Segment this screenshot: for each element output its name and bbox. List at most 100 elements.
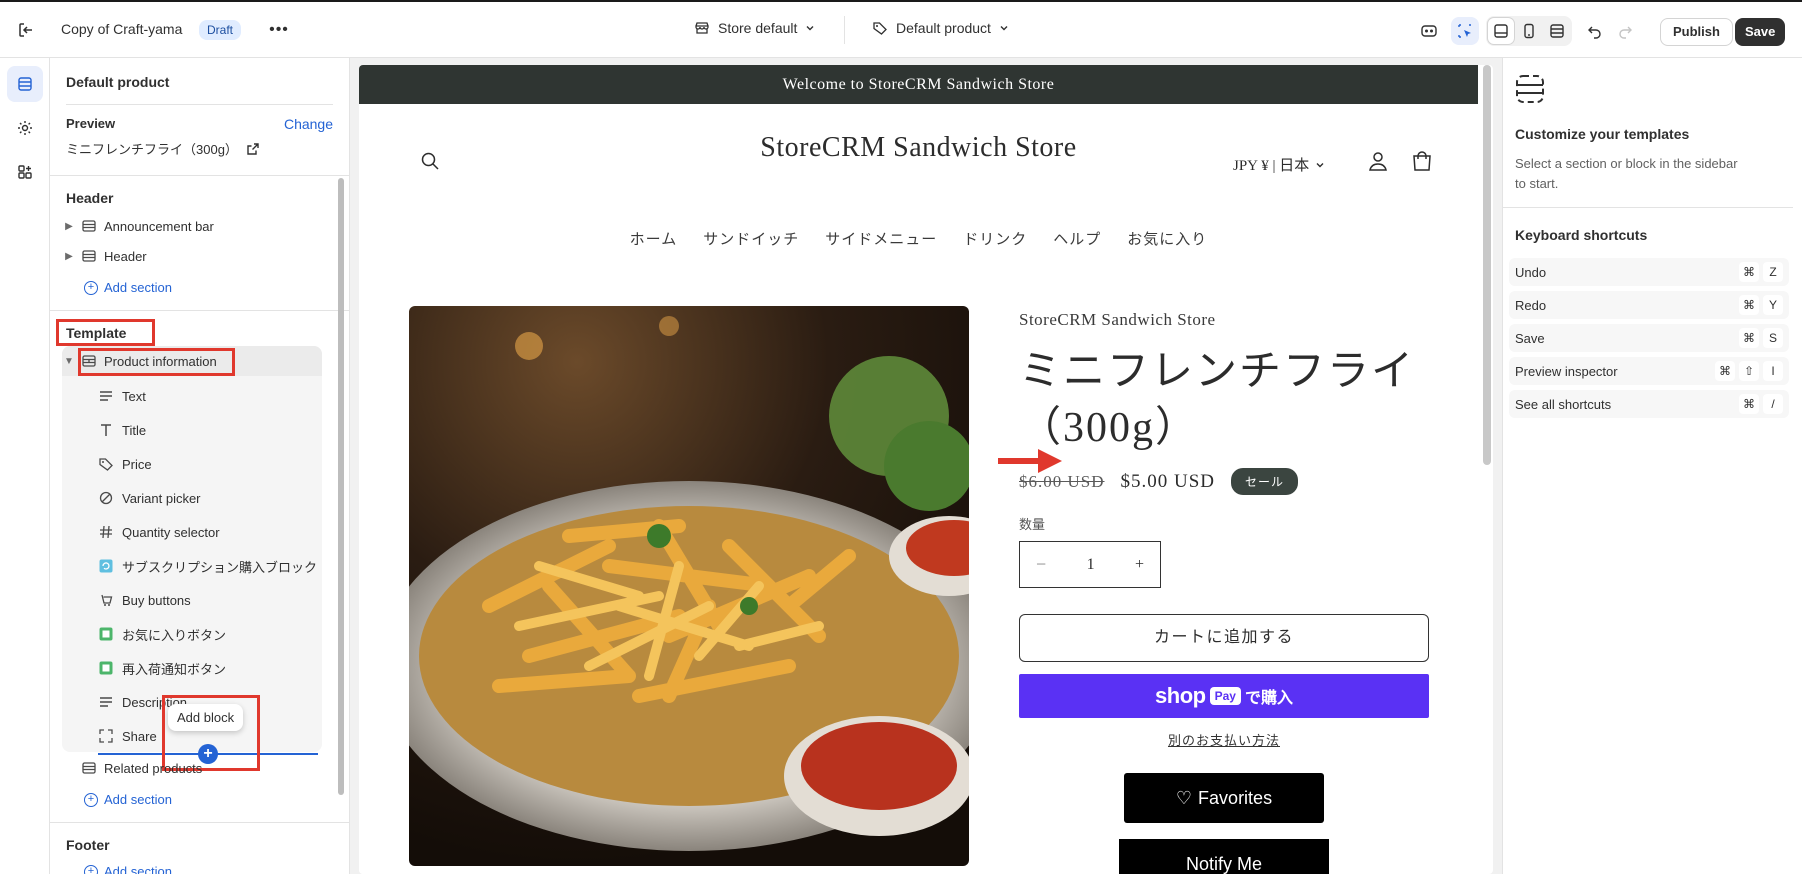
shop-pay-button[interactable]: shop Pay で購入 [1019,674,1429,718]
decrease-button[interactable]: − [1036,554,1046,575]
template-select-label: Default product [896,20,991,36]
app-block-icon [98,660,114,676]
external-link-icon[interactable] [246,142,260,156]
block-variant-picker[interactable]: Variant picker [98,486,201,510]
currency-locale-selector[interactable]: JPY ¥ | 日本 [1233,154,1325,175]
add-circle-icon: + [84,792,98,807]
nav-link[interactable]: ヘルプ [1053,228,1101,249]
block-price[interactable]: Price [98,452,152,476]
app-block-icon [98,626,114,642]
divider [50,822,349,823]
mobile-icon[interactable] [1516,18,1542,44]
theme-settings-gear-icon[interactable] [7,110,43,146]
heart-icon: ♡ [1175,787,1193,808]
chevron-down-icon[interactable]: ▼ [62,356,76,367]
hash-icon [98,524,114,540]
block-label: Share [122,728,157,744]
draft-badge: Draft [199,20,242,40]
nav-link[interactable]: ドリンク [963,228,1027,249]
section-related-products[interactable]: Related products [62,756,202,780]
block-label: Text [122,388,146,404]
section-label: Announcement bar [104,218,214,234]
nav-link[interactable]: ホーム [630,228,678,249]
variant-icon [98,490,114,506]
nav-link[interactable]: サイドメニュー [825,228,937,249]
store-icon [695,22,709,34]
sidebar-scrollbar[interactable] [338,178,344,795]
panel-title: Customize your templates [1515,126,1690,142]
apps-icon[interactable] [7,154,43,190]
block-quantity-selector[interactable]: Quantity selector [98,520,220,544]
inspector-select-icon[interactable] [1451,17,1479,45]
block-share[interactable]: Share [98,724,157,748]
section-label: Related products [104,760,203,776]
device-toggle [1486,16,1572,46]
block-title[interactable]: Title [98,418,146,442]
chevron-right-icon[interactable]: ▶ [62,251,76,262]
add-section-template[interactable]: + Add section [84,792,172,807]
chevron-down-icon [1316,162,1324,167]
announcement-bar[interactable]: Welcome to StoreCRM Sandwich Store [359,65,1478,104]
divider [1503,207,1793,208]
more-payment-options-link[interactable]: 別のお支払い方法 [1019,730,1429,749]
sale-price: $5.00 USD [1120,470,1216,492]
section-header[interactable]: ▶ Header [62,244,147,268]
block-buy-buttons[interactable]: Buy buttons [98,588,191,612]
chevron-right-icon[interactable]: ▶ [62,221,76,232]
key: ⇧ [1739,361,1759,381]
preview-product-name: ミニフレンチフライ（300g） [66,142,238,157]
nav-link[interactable]: お気に入り [1127,228,1207,249]
inspector-panel: Customize your templates Select a sectio… [1502,58,1802,874]
desktop-icon[interactable] [1488,18,1514,44]
quantity-input[interactable]: 1 [1087,556,1095,574]
nav-link[interactable]: サンドイッチ [703,228,799,249]
left-rail [0,58,50,874]
block-subscription[interactable]: サブスクリプション購入ブロック [98,554,317,578]
block-label: Title [122,422,147,438]
account-icon[interactable] [1365,148,1391,174]
highlight-box [56,319,155,346]
product-title: ミニフレンチフライ（300g） [1019,349,1416,451]
block-label: Quantity selector [122,524,220,540]
undo-icon[interactable] [1581,17,1609,45]
store-select[interactable]: Store default [694,20,815,36]
shop-pay-logo: shop [1155,683,1206,708]
add-section-header[interactable]: + Add section [84,280,172,295]
shop-pay-badge: Pay [1209,687,1241,705]
app-block-icon [98,558,114,574]
key: S [1763,328,1783,348]
add-circle-icon: + [84,864,98,874]
block-label: Variant picker [122,490,201,506]
block-label: 再入荷通知ボタン [122,661,227,677]
more-actions-icon[interactable]: ••• [268,19,290,41]
redo-icon[interactable] [1611,17,1639,45]
divider [50,175,349,176]
favorites-button[interactable]: ♡ Favorites [1124,773,1324,823]
fullscreen-icon[interactable] [1544,18,1570,44]
publish-button[interactable]: Publish [1660,18,1733,46]
see-all-shortcuts-row[interactable]: See all shortcuts ⌘ / [1509,390,1789,418]
cart-icon[interactable] [1409,148,1435,174]
sections-icon[interactable] [7,66,43,102]
change-preview-link[interactable]: Change [284,116,333,132]
key: ⌘ [1739,328,1759,348]
block-restock-app[interactable]: 再入荷通知ボタン [98,656,226,680]
block-favorites-app[interactable]: お気に入りボタン [98,622,226,646]
preview-inspector-icon[interactable] [1415,17,1443,45]
add-to-cart-button[interactable]: カートに追加する [1019,614,1429,662]
add-circle-icon: + [84,280,98,295]
key: / [1763,394,1783,414]
section-announcement-bar[interactable]: ▶ Announcement bar [62,214,214,238]
theme-title: Copy of Craft-yama [61,21,183,37]
product-image[interactable] [409,306,969,866]
template-select[interactable]: Default product [872,20,1009,36]
main-navigation: ホーム サンドイッチ サイドメニュー ドリンク ヘルプ お気に入り [359,228,1478,249]
block-text[interactable]: Text [98,384,146,408]
add-section-footer[interactable]: + Add section [84,864,172,874]
increase-button[interactable]: + [1135,556,1144,574]
notify-me-button[interactable]: Notify Me [1119,839,1329,874]
preview-scrollbar[interactable] [1483,65,1491,465]
quantity-label: 数量 [1019,517,1046,532]
exit-icon[interactable] [14,18,38,42]
save-button[interactable]: Save [1735,18,1786,46]
